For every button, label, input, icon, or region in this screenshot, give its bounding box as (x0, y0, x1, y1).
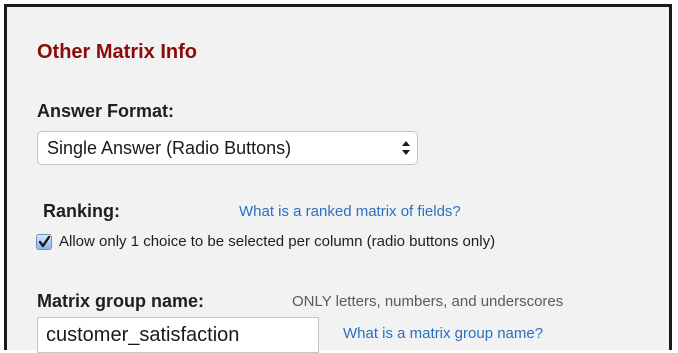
matrix-info-panel: Other Matrix Info Answer Format: Single … (4, 4, 672, 353)
answer-format-label: Answer Format: (37, 101, 175, 121)
up-down-arrows-icon (401, 139, 411, 157)
ranking-label: Ranking: (43, 201, 121, 221)
section-title: Other Matrix Info (37, 41, 198, 63)
answer-format-select[interactable]: Single Answer (Radio Buttons) (37, 131, 418, 165)
matrix-group-name-hint: ONLY letters, numbers, and underscores (292, 293, 564, 310)
ranking-checkbox[interactable] (36, 234, 52, 250)
checkmark-icon (38, 235, 51, 248)
matrix-group-name-label: Matrix group name: (37, 291, 205, 311)
ranked-matrix-help-link[interactable]: What is a ranked matrix of fields? (239, 203, 461, 220)
ranking-checkbox-label: Allow only 1 choice to be selected per c… (59, 233, 496, 250)
matrix-group-name-help-link[interactable]: What is a matrix group name? (343, 325, 543, 342)
matrix-group-name-input[interactable] (37, 317, 319, 353)
answer-format-selected-value: Single Answer (Radio Buttons) (47, 137, 292, 158)
